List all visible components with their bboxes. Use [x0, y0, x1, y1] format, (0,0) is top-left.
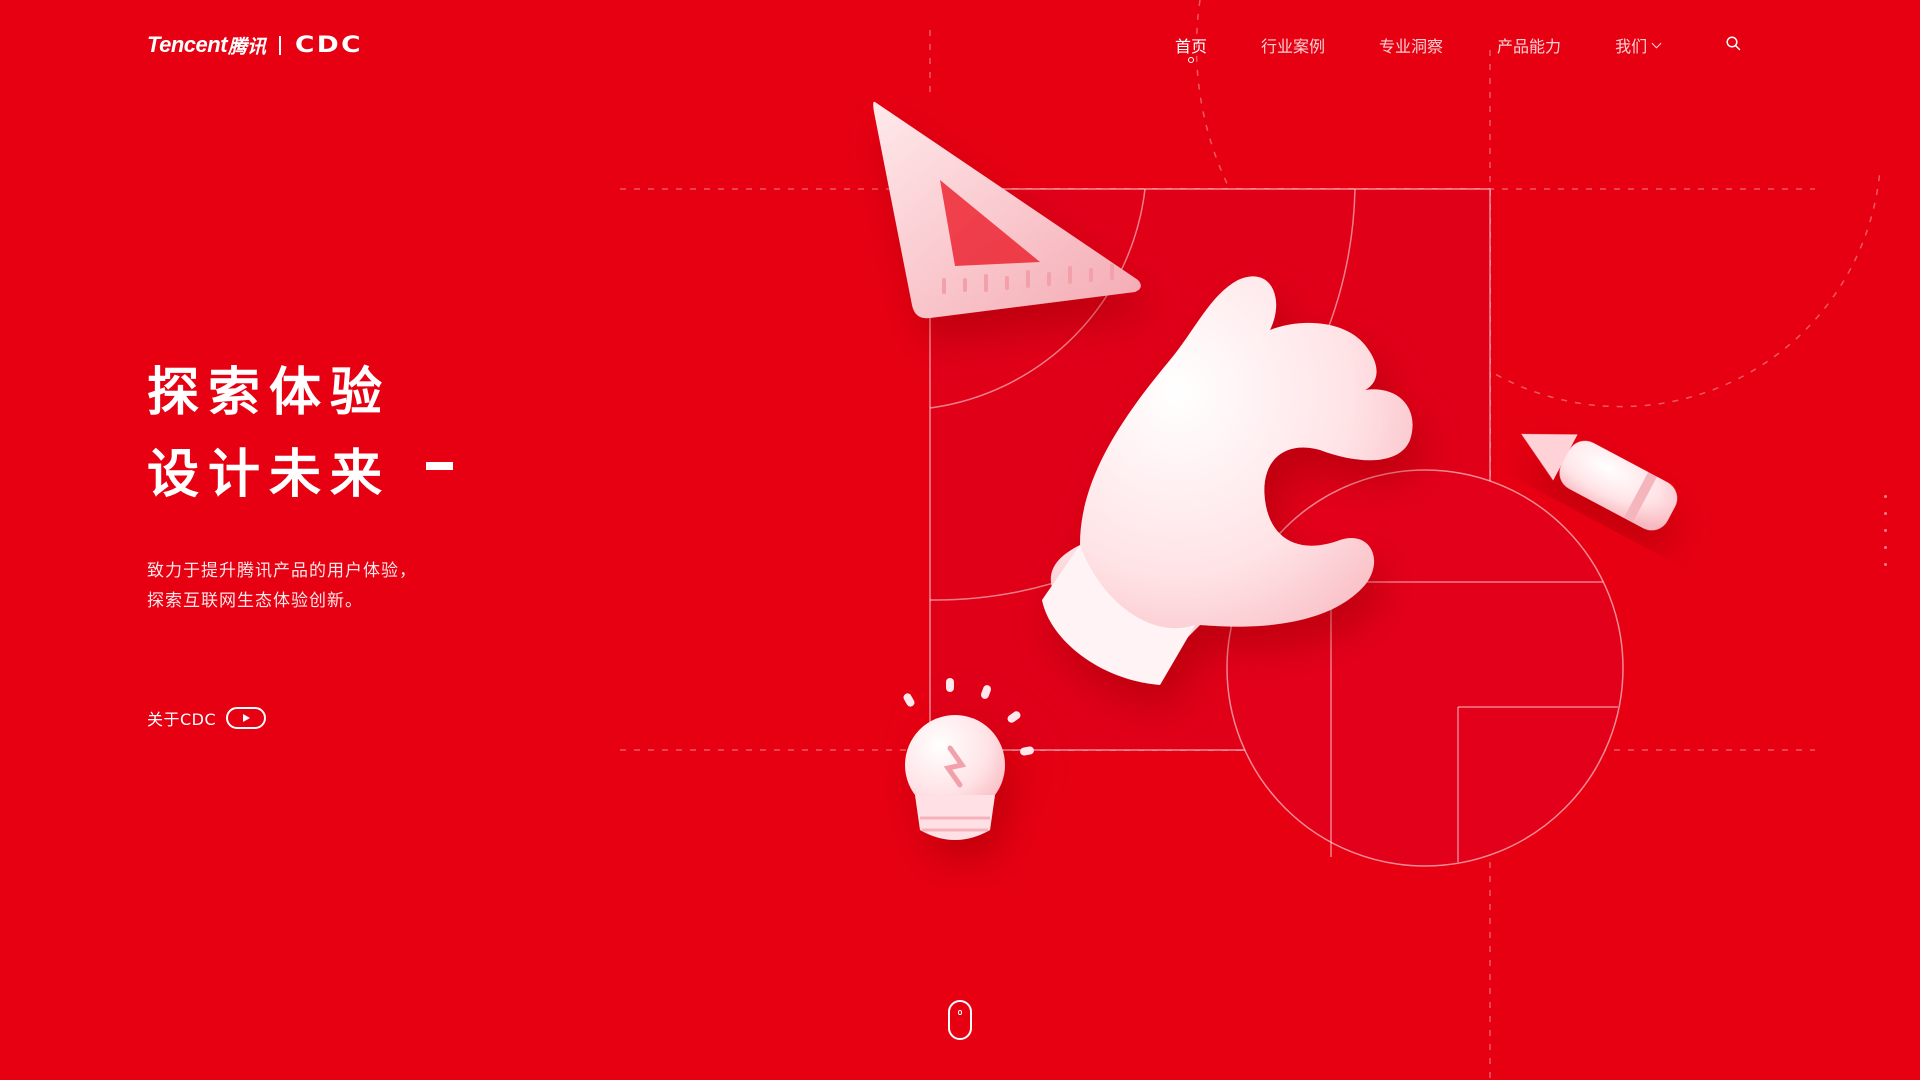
hero-title-line-1: 探索体验 — [147, 363, 392, 423]
nav-item-about-us[interactable]: 我们 — [1615, 33, 1662, 57]
about-cdc-button[interactable]: 关于CDC — [147, 706, 267, 730]
nav-item-label: 首页 — [1175, 37, 1208, 56]
circle-panel — [1226, 469, 1624, 867]
play-icon[interactable] — [226, 707, 267, 729]
hero-title-line-2: 设计未来 — [147, 445, 392, 505]
logo-tencent: Tencent — [147, 32, 228, 57]
about-cdc-label: 关于CDC — [147, 710, 217, 729]
nav-item-products[interactable]: 产品能力 — [1497, 33, 1561, 57]
nav-item-cases[interactable]: 行业案例 — [1261, 33, 1325, 57]
hero-title: 探索体验 设计未来 — [147, 352, 453, 516]
mouse-wheel — [958, 1010, 962, 1015]
chevron-down-icon — [1651, 38, 1662, 48]
main-nav: 首页 行业案例 专业洞察 产品能力 我们 — [1175, 33, 1714, 63]
logo-divider — [279, 35, 282, 55]
nav-item-insights[interactable]: 专业洞察 — [1379, 33, 1443, 57]
nav-item-label: 产品能力 — [1497, 37, 1562, 56]
logo-tencent-cn: 腾讯 — [228, 35, 267, 58]
nav-item-label: 专业洞察 — [1379, 37, 1444, 56]
nav-item-label: 行业案例 — [1261, 37, 1326, 56]
description-line-2: 探索互联网生态体验创新。 — [147, 591, 363, 611]
cursor-dash — [426, 462, 453, 470]
mouse-scroll-icon[interactable] — [948, 1000, 972, 1040]
description-line-1: 致力于提升腾讯产品的用户体验， — [147, 561, 417, 581]
nav-item-home[interactable]: 首页 — [1175, 33, 1208, 63]
nav-item-label: 我们 — [1615, 37, 1648, 56]
logo-cdc: CDC — [295, 32, 363, 58]
hero-description: 致力于提升腾讯产品的用户体验， 探索互联网生态体验创新。 — [147, 556, 417, 616]
search-icon[interactable] — [1726, 36, 1741, 51]
header: Tencent 腾讯 CDC 首页 行业案例 专业洞察 产品能力 我们 — [0, 0, 1920, 90]
active-indicator — [1188, 57, 1194, 63]
tencent-cdc-logo[interactable]: Tencent 腾讯 CDC — [147, 32, 361, 58]
side-dots — [1884, 495, 1887, 580]
hero-illustration — [620, 0, 1881, 1080]
